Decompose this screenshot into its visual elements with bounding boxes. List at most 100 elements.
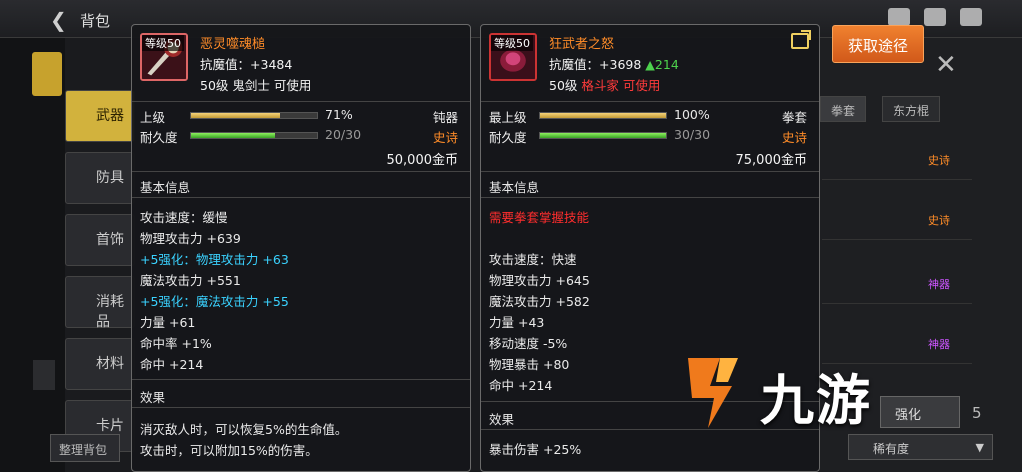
weapon-type: 钝器: [432, 110, 458, 125]
price: 75,000金币: [735, 153, 808, 168]
list-item[interactable]: 神器: [822, 264, 972, 304]
effect-title: 效果: [140, 390, 166, 405]
divider: [481, 171, 819, 172]
rarity-tag: 神器: [928, 338, 950, 351]
mace-icon: 等级50: [140, 33, 188, 81]
grade-bar: [190, 112, 318, 119]
tab-armor[interactable]: 防具: [65, 152, 135, 204]
price: 50,000金币: [386, 153, 459, 168]
durability-bar: [539, 132, 667, 139]
top-icons: [888, 8, 982, 26]
tab-gauntlet[interactable]: 拳套: [820, 96, 867, 122]
stat-line: 命中 +214: [489, 378, 553, 393]
req-level: 50级: [549, 78, 578, 93]
grade-row: 上级 71% 钝器: [140, 107, 458, 125]
grade-label: 最上级: [489, 110, 527, 125]
side-handle: [33, 360, 55, 390]
magic-resist: 抗魔值：+3484: [200, 54, 292, 73]
stat-line: 力量 +43: [489, 315, 545, 330]
stat-line: 命中 +214: [140, 357, 204, 372]
grade-percent: 71%: [325, 107, 353, 122]
grade-fill: [191, 113, 281, 118]
req-class: 格斗家 可使用: [581, 78, 661, 93]
stat-line: 物理攻击力 +645: [489, 273, 590, 288]
category-indicator: [32, 52, 62, 96]
stat-line: +5强化：魔法攻击力 +55: [140, 294, 289, 309]
item-name: 狂武者之怒: [549, 37, 615, 52]
level-badge: 等级50: [142, 35, 184, 51]
durability-value: 20/30: [325, 127, 362, 142]
share-icon[interactable]: [791, 30, 811, 49]
stat-line: 移动速度 -5%: [489, 336, 568, 351]
list-item[interactable]: 史诗: [822, 200, 972, 240]
grade-label: 上级: [140, 110, 166, 125]
durability-fill: [191, 133, 276, 138]
rarity-tag: 神器: [928, 278, 950, 291]
sort-bag-button[interactable]: 整理背包: [50, 434, 120, 462]
stat-line: 攻击速度：快速: [489, 252, 577, 267]
divider: [132, 197, 470, 198]
stat-line: 攻击速度：缓慢: [140, 210, 228, 225]
grade-percent: 100%: [674, 107, 710, 122]
stat-line: 魔法攻击力 +551: [140, 273, 241, 288]
category-tabs: 武器 防具 首饰 消耗品 材料 卡片: [65, 90, 135, 462]
divider: [132, 407, 470, 408]
basic-info-title: 基本信息: [489, 180, 540, 195]
tab-staff[interactable]: 东方棍: [882, 96, 941, 122]
tab-weapon[interactable]: 武器: [65, 90, 135, 142]
list-item[interactable]: 史诗: [822, 140, 972, 180]
effect-line: 暴击伤害 +25%: [489, 442, 582, 457]
durability-value: 30/30: [674, 127, 711, 142]
durability-label: 耐久度: [140, 130, 178, 145]
durability-fill: [540, 133, 666, 138]
durability-row: 耐久度 20/30 史诗: [140, 127, 458, 145]
gear-icon[interactable]: [888, 8, 910, 26]
stat-line: 物理攻击力 +639: [140, 231, 241, 246]
requirement: 50级 格斗家 可使用: [549, 75, 660, 94]
durability-label: 耐久度: [489, 130, 527, 145]
magic-resist: 抗魔值：+3698 ▲214: [549, 54, 679, 73]
rarity: 史诗: [781, 130, 807, 145]
divider: [132, 379, 470, 380]
durability-bar: [190, 132, 318, 139]
tab-accessory[interactable]: 首饰: [65, 214, 135, 266]
effect-title: 效果: [489, 412, 515, 427]
resist-label: 抗魔值：: [549, 57, 600, 72]
chevron-down-icon: ▼: [975, 441, 984, 454]
menu-icon[interactable]: [960, 8, 982, 26]
resist-value: +3484: [250, 57, 293, 72]
stat-line: +5强化：物理攻击力 +63: [140, 252, 289, 267]
stat-line: 魔法攻击力 +582: [489, 294, 590, 309]
stat-line: 力量 +61: [140, 315, 196, 330]
mail-icon[interactable]: [924, 8, 946, 26]
rarity-tag: 史诗: [928, 214, 950, 227]
resist-value: +3698: [599, 57, 642, 72]
skill-warning: 需要拳套掌握技能: [489, 210, 590, 225]
divider: [132, 171, 470, 172]
close-icon[interactable]: ✕: [935, 50, 957, 80]
stat-line: 物理暴击 +80: [489, 357, 570, 372]
watermark-text: 九游: [760, 369, 872, 432]
item-tooltip-current: 等级50 恶灵噬魂槌 抗魔值：+3484 50级 鬼剑士 可使用 上级 71% …: [131, 24, 471, 472]
tab-material[interactable]: 材料: [65, 338, 135, 390]
basic-info-title: 基本信息: [140, 180, 191, 195]
left-strip: [0, 38, 65, 472]
get-source-button[interactable]: 获取途径: [832, 25, 924, 63]
durability-row: 耐久度 30/30 史诗: [489, 127, 807, 145]
item-name: 恶灵噬魂槌: [200, 37, 266, 52]
gauntlet-icon: 等级50: [489, 33, 537, 81]
stat-line: 命中率 +1%: [140, 336, 212, 351]
grade-bar: [539, 112, 667, 119]
sort-select[interactable]: 稀有度 ▼: [848, 434, 993, 460]
rarity: 史诗: [432, 130, 458, 145]
effect-line: 攻击时，可以附加15%的伤害。: [140, 443, 318, 458]
resist-label: 抗魔值：: [200, 57, 251, 72]
grade-fill: [540, 113, 666, 118]
page-number: 5: [972, 404, 982, 422]
back-icon[interactable]: ❮: [50, 8, 67, 32]
grade-row: 最上级 100% 拳套: [489, 107, 807, 125]
tab-consumable[interactable]: 消耗品: [65, 276, 135, 330]
page-title: 背包: [80, 12, 111, 30]
weapon-type: 拳套: [781, 110, 807, 125]
divider: [481, 101, 819, 102]
